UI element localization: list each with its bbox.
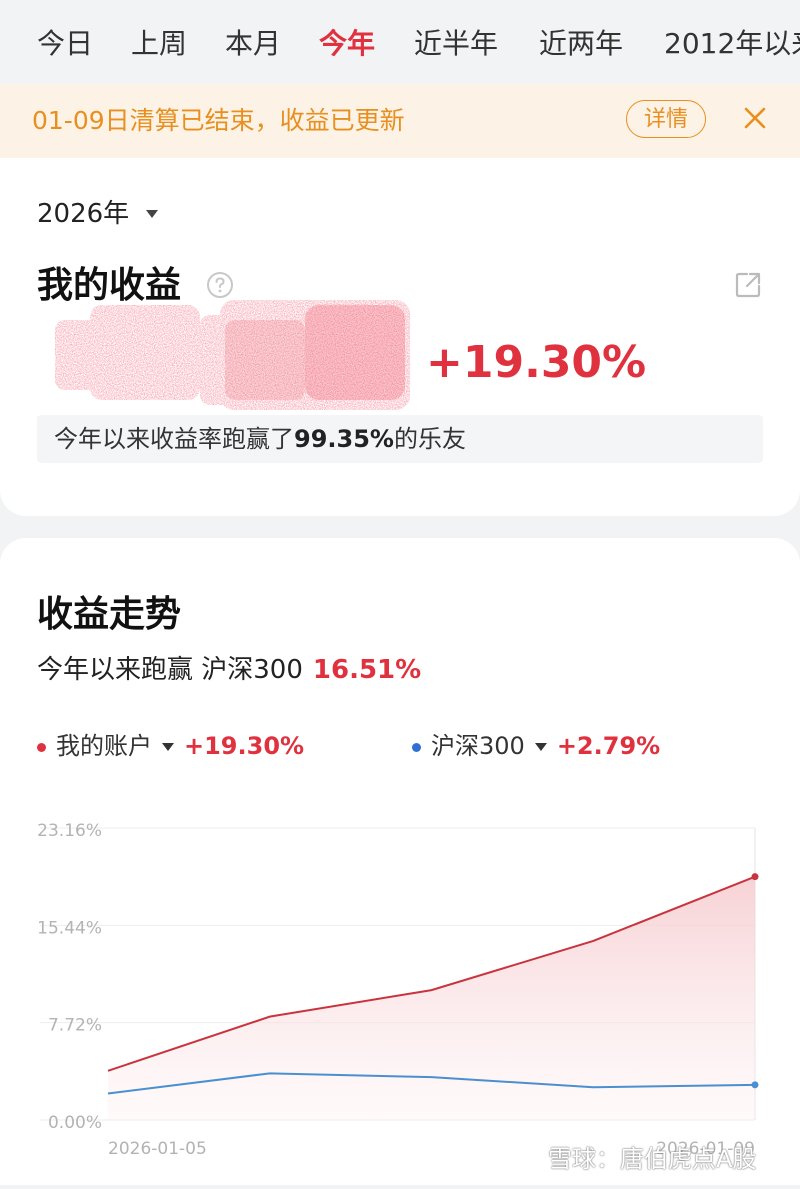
notice-text: 01-09日清算已结束，收益已更新 <box>32 106 405 135</box>
series-area-my-account <box>108 876 755 1120</box>
tab-half-year[interactable]: 近半年 <box>414 24 498 64</box>
beat-benchmark-line: 今年以来跑赢 沪深300 16.51% <box>37 652 421 688</box>
dot-icon <box>412 742 421 752</box>
caret-down-icon[interactable] <box>146 210 158 218</box>
redacted-amount-scribble <box>50 300 430 415</box>
caret-down-icon <box>162 743 174 751</box>
close-icon[interactable] <box>740 103 770 133</box>
x-tick-label: 2026-01-05 <box>108 1139 207 1159</box>
dot-icon <box>37 742 46 752</box>
trend-title: 收益走势 <box>37 594 182 635</box>
tab-since-2012[interactable]: 2012年以来 <box>664 24 800 64</box>
y-tick-label: 7.72% <box>48 1016 102 1036</box>
series-end-point-1 <box>751 1081 759 1089</box>
year-selector[interactable]: 2026年 <box>37 196 129 232</box>
y-tick-label: 0.00% <box>48 1113 102 1133</box>
tab-two-years[interactable]: 近两年 <box>539 24 623 64</box>
legend-csi300[interactable]: 沪深300 +2.79% <box>412 728 660 764</box>
y-tick-label: 23.16% <box>37 821 102 841</box>
y-tick-label: 15.44% <box>37 918 102 938</box>
returns-chart[interactable]: 23.16% 15.44% 7.72% 0.00% 2026-01-05 2026-01-… <box>0 800 800 1185</box>
notice-detail-button[interactable]: 详情 <box>626 100 706 138</box>
rank-value: 99.35% <box>294 425 394 453</box>
rank-text: 今年以来收益率跑赢了99.35%的乐友 <box>54 421 466 457</box>
rank-suffix: 的乐友 <box>393 425 466 453</box>
series-end-point-0 <box>751 873 759 881</box>
legend-value: +19.30% <box>184 732 305 760</box>
legend-my-account[interactable]: 我的账户 +19.30% <box>37 728 304 764</box>
watermark-text: 雪球：唐伯虎点A股 <box>548 1145 757 1173</box>
rank-prefix: 今年以来收益率跑赢了 <box>54 425 294 453</box>
legend-name: 我的账户 <box>56 732 152 760</box>
tab-this-year[interactable]: 今年 <box>319 24 375 64</box>
return-percent: +19.30% <box>426 337 647 388</box>
caret-down-icon <box>534 743 547 751</box>
legend-name: 沪深300 <box>431 732 525 760</box>
tab-today[interactable]: 今日 <box>37 24 93 64</box>
question-icon[interactable] <box>206 271 234 299</box>
share-icon[interactable] <box>733 270 763 300</box>
tab-last-week[interactable]: 上周 <box>131 24 187 64</box>
beat-text: 今年以来跑赢 沪深300 <box>37 655 303 685</box>
tab-this-month[interactable]: 本月 <box>225 24 281 64</box>
legend-value: +2.79% <box>556 732 661 760</box>
beat-value: 16.51% <box>312 655 422 685</box>
period-tabs: 今日 上周 本月 今年 近半年 近两年 2012年以来 <box>0 0 800 84</box>
